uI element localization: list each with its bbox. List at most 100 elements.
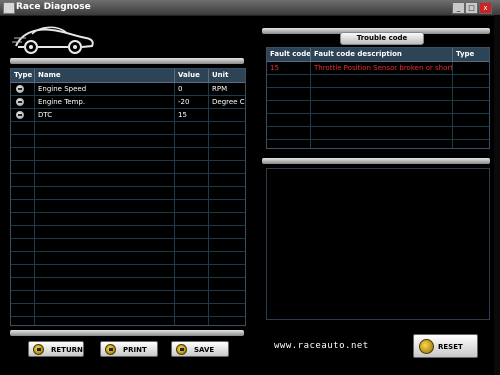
minimize-button[interactable]: _ [452, 2, 465, 14]
empty-cell [11, 278, 35, 290]
empty-cell [35, 278, 175, 290]
print-button-label: PRINT [123, 346, 147, 354]
empty-cell [209, 148, 245, 160]
empty-table-row [11, 317, 245, 325]
table-row[interactable]: Engine Temp. -20 Degree C [11, 96, 245, 109]
gauge-icon [16, 111, 24, 119]
empty-cell [267, 75, 311, 87]
sensor-data-table: Type Name Value Unit Engine Speed 0 RPM … [10, 68, 246, 326]
empty-cell [11, 187, 35, 199]
empty-cell [11, 122, 35, 134]
save-button[interactable]: SAVE [171, 341, 229, 357]
empty-rows [267, 75, 489, 148]
empty-table-row [11, 135, 245, 148]
column-header-value[interactable]: Value [175, 69, 209, 82]
empty-cell [35, 291, 175, 303]
website-url[interactable]: www.raceauto.net [274, 341, 369, 351]
column-header-unit[interactable]: Unit [209, 69, 245, 82]
return-button[interactable]: RETURN [28, 341, 84, 357]
info-panel-header-bar [262, 158, 490, 164]
empty-cell [453, 140, 489, 148]
column-header-type[interactable]: Type [453, 48, 489, 61]
empty-cell [11, 174, 35, 186]
empty-cell [209, 122, 245, 134]
empty-cell [311, 140, 453, 148]
window-edge [494, 15, 500, 375]
empty-table-row [11, 291, 245, 304]
empty-cell [209, 304, 245, 316]
empty-table-row [11, 278, 245, 291]
empty-table-row [11, 213, 245, 226]
app-icon [3, 2, 15, 14]
empty-cell [209, 187, 245, 199]
empty-cell [267, 101, 311, 113]
empty-cell [175, 174, 209, 186]
empty-cell [453, 114, 489, 126]
empty-cell [35, 135, 175, 147]
empty-cell [175, 265, 209, 277]
empty-cell [35, 161, 175, 173]
table-row[interactable]: DTC 15 [11, 109, 245, 122]
close-button[interactable]: x [479, 2, 492, 14]
empty-cell [175, 122, 209, 134]
empty-cell [311, 101, 453, 113]
empty-cell [209, 213, 245, 225]
empty-cell [11, 135, 35, 147]
empty-cell [175, 291, 209, 303]
table-header: Type Name Value Unit [11, 69, 245, 83]
empty-cell [209, 252, 245, 264]
save-icon [176, 344, 187, 355]
empty-table-row [11, 161, 245, 174]
empty-cell [35, 148, 175, 160]
maximize-button[interactable]: □ [465, 2, 478, 14]
save-button-label: SAVE [194, 346, 215, 354]
empty-table-row [11, 122, 245, 135]
empty-cell [35, 317, 175, 325]
empty-cell [311, 114, 453, 126]
gauge-icon [16, 98, 24, 106]
empty-table-row [11, 265, 245, 278]
column-header-type[interactable]: Type [11, 69, 35, 82]
empty-cell [209, 278, 245, 290]
empty-cell [11, 200, 35, 212]
fault-type [453, 62, 489, 74]
empty-cell [11, 252, 35, 264]
column-header-name[interactable]: Name [35, 69, 175, 82]
reset-button[interactable]: RESET [413, 334, 478, 358]
car-logo-icon [12, 26, 94, 54]
empty-cell [35, 200, 175, 212]
empty-cell [11, 226, 35, 238]
empty-cell [35, 122, 175, 134]
table-row[interactable]: 15 Throttle Position Sensor broken or sh… [267, 62, 489, 75]
empty-table-row [267, 88, 489, 101]
empty-table-row [11, 200, 245, 213]
empty-cell [453, 88, 489, 100]
column-header-fault-code[interactable]: Fault code [267, 48, 311, 61]
empty-cell [175, 226, 209, 238]
empty-table-row [267, 140, 489, 148]
empty-cell [209, 317, 245, 325]
app-window: Race Diagnose _ □ x Type Name Value Unit… [0, 0, 500, 375]
fault-code: 15 [267, 62, 311, 74]
empty-cell [267, 127, 311, 139]
empty-cell [175, 161, 209, 173]
empty-cell [11, 317, 35, 325]
empty-cell [175, 200, 209, 212]
row-unit: RPM [212, 85, 228, 93]
trouble-code-table: Fault code Fault code description Type 1… [266, 47, 490, 149]
empty-cell [11, 291, 35, 303]
trouble-code-tab[interactable]: Trouble code [340, 32, 424, 45]
empty-cell [35, 174, 175, 186]
print-button[interactable]: PRINT [100, 341, 158, 357]
row-value: -20 [175, 96, 209, 108]
empty-cell [311, 88, 453, 100]
row-value: 15 [175, 109, 209, 121]
empty-cell [267, 140, 311, 148]
empty-cell [311, 127, 453, 139]
empty-cell [175, 213, 209, 225]
empty-cell [209, 239, 245, 251]
table-header: Fault code Fault code description Type [267, 48, 489, 62]
table-row[interactable]: Engine Speed 0 RPM [11, 83, 245, 96]
column-header-description[interactable]: Fault code description [311, 48, 453, 61]
empty-table-row [267, 114, 489, 127]
